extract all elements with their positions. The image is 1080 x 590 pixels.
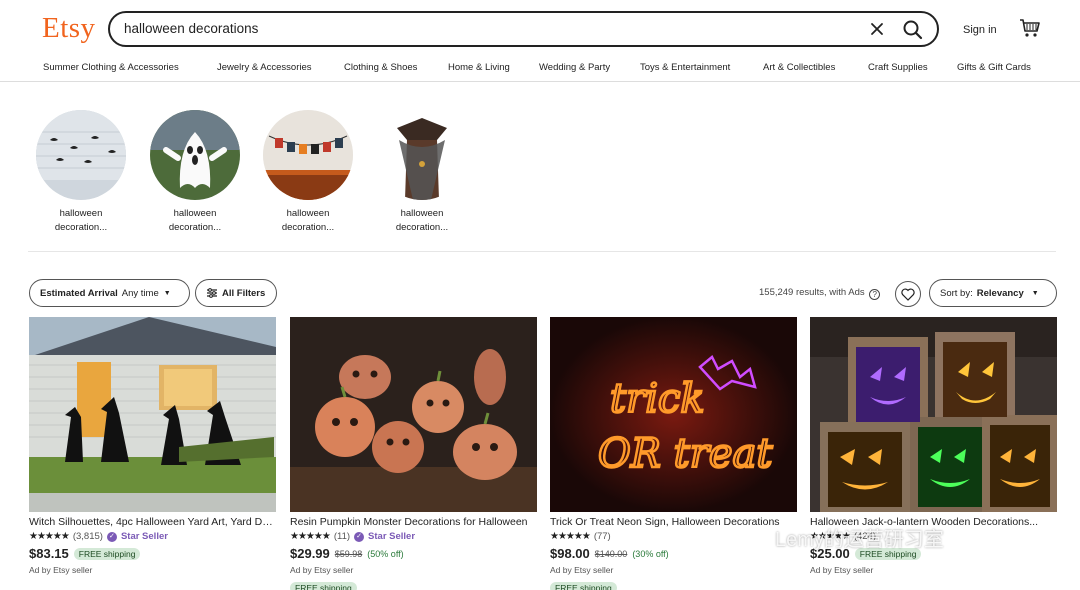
search-icon[interactable] [899,16,927,44]
rating-row: ★★★★★ (3,815) ✓ Star Seller [29,531,276,542]
ad-label: Ad by Etsy seller [550,565,614,575]
svg-text:OR treat: OR treat [598,431,773,477]
star-rating: ★★★★★ [290,531,331,542]
category-toys[interactable]: Toys & Entertainment [640,62,730,73]
related-search-label: halloween decoration... [168,208,222,233]
discount-label: (50% off) [367,548,404,559]
product-title[interactable]: Resin Pumpkin Monster Decorations for Ha… [290,516,537,528]
svg-text:trick: trick [610,376,705,422]
rating-row: ★★★★★ (77) [550,531,797,542]
review-count: (77) [593,531,611,542]
related-search-item[interactable]: halloween decoration... [258,110,358,235]
results-count: 155,249 results, with Ads ? [759,287,881,300]
favorite-search-button[interactable] [895,281,921,307]
free-shipping-badge: FREE shipping [290,582,357,590]
original-price: $59.98 [334,548,363,559]
related-search-image [263,110,353,200]
price-row: $83.15 FREE shipping [29,546,276,561]
related-search-item[interactable]: halloween decoration... [372,110,472,235]
section-divider [28,251,1056,252]
category-clothing-shoes[interactable]: Clothing & Shoes [344,62,417,73]
sign-in-link[interactable]: Sign in [963,24,997,36]
price-row: $98.00 $140.00 (30% off) [550,546,797,561]
product-card[interactable]: Witch Silhouettes, 4pc Halloween Yard Ar… [29,317,276,575]
category-art[interactable]: Art & Collectibles [763,62,835,73]
sort-dropdown[interactable]: Sort by: Relevancy ▼ [929,279,1057,307]
related-search-image [36,110,126,200]
category-jewelry[interactable]: Jewelry & Accessories [217,62,312,73]
star-seller-icon: ✓ [106,531,117,542]
product-title[interactable]: Trick Or Treat Neon Sign, Halloween Deco… [550,516,797,528]
free-shipping-badge: FREE shipping [550,582,617,590]
star-seller-label: Star Seller [120,531,168,542]
search-bar[interactable]: halloween decorations [108,11,939,47]
related-search-label: halloween decoration... [281,208,335,233]
category-home-living[interactable]: Home & Living [448,62,510,73]
related-search-item[interactable]: halloween decoration... [31,110,131,235]
ad-label: Ad by Etsy seller [290,565,354,575]
star-seller-icon: ✓ [354,531,365,542]
related-search-image [150,110,240,200]
related-search-label: halloween decoration... [395,208,449,233]
related-search-item[interactable]: halloween decoration... [145,110,245,235]
discount-label: (30% off) [632,548,669,559]
star-rating: ★★★★★ [29,531,70,542]
search-input[interactable]: halloween decorations [124,21,258,36]
cart-icon[interactable] [1019,18,1041,38]
category-gifts[interactable]: Gifts & Gift Cards [957,62,1031,73]
all-filters-button[interactable]: All Filters [195,279,277,307]
related-search-label: halloween decoration... [54,208,108,233]
price: $29.99 [290,546,330,561]
product-image[interactable] [29,317,276,512]
price: $83.15 [29,546,69,561]
category-wedding-party[interactable]: Wedding & Party [539,62,610,73]
caret-down-icon: ▼ [163,289,171,297]
site-header: Etsy halloween decorations Sign in [0,0,1080,58]
product-image[interactable]: trick OR treat [550,317,797,512]
review-count: (3,815) [72,531,103,542]
free-shipping-badge: FREE shipping [73,547,141,560]
product-card[interactable]: trick OR treat Trick Or Treat Neon Sign,… [550,317,797,590]
review-count: (11) [333,531,351,542]
heart-icon [901,287,915,301]
watermark: Lemy的运营研习室 [775,529,944,551]
category-summer-clothing[interactable]: Summer Clothing & Accessories [43,62,179,73]
related-search-image [377,110,467,200]
product-image[interactable] [290,317,537,512]
ad-label: Ad by Etsy seller [810,565,874,575]
product-image[interactable] [810,317,1057,512]
star-rating: ★★★★★ [550,531,591,542]
filter-icon [207,288,217,298]
rating-row: ★★★★★ (11) ✓ Star Seller [290,531,537,542]
etsy-logo[interactable]: Etsy [42,12,96,45]
price: $98.00 [550,546,590,561]
category-craft-supplies[interactable]: Craft Supplies [868,62,928,73]
caret-down-icon: ▼ [1031,289,1039,297]
info-icon[interactable]: ? [869,289,881,300]
product-title[interactable]: Witch Silhouettes, 4pc Halloween Yard Ar… [29,516,276,528]
original-price: $140.00 [594,548,628,559]
category-nav: Summer Clothing & Accessories Jewelry & … [0,58,1080,82]
product-card[interactable]: Resin Pumpkin Monster Decorations for Ha… [290,317,537,590]
clear-icon[interactable] [867,19,887,39]
ad-label: Ad by Etsy seller [29,565,93,575]
price-row: $29.99 $59.98 (50% off) [290,546,537,561]
estimated-arrival-filter[interactable]: Estimated Arrival Any time ▼ [29,279,190,307]
star-seller-label: Star Seller [368,531,416,542]
